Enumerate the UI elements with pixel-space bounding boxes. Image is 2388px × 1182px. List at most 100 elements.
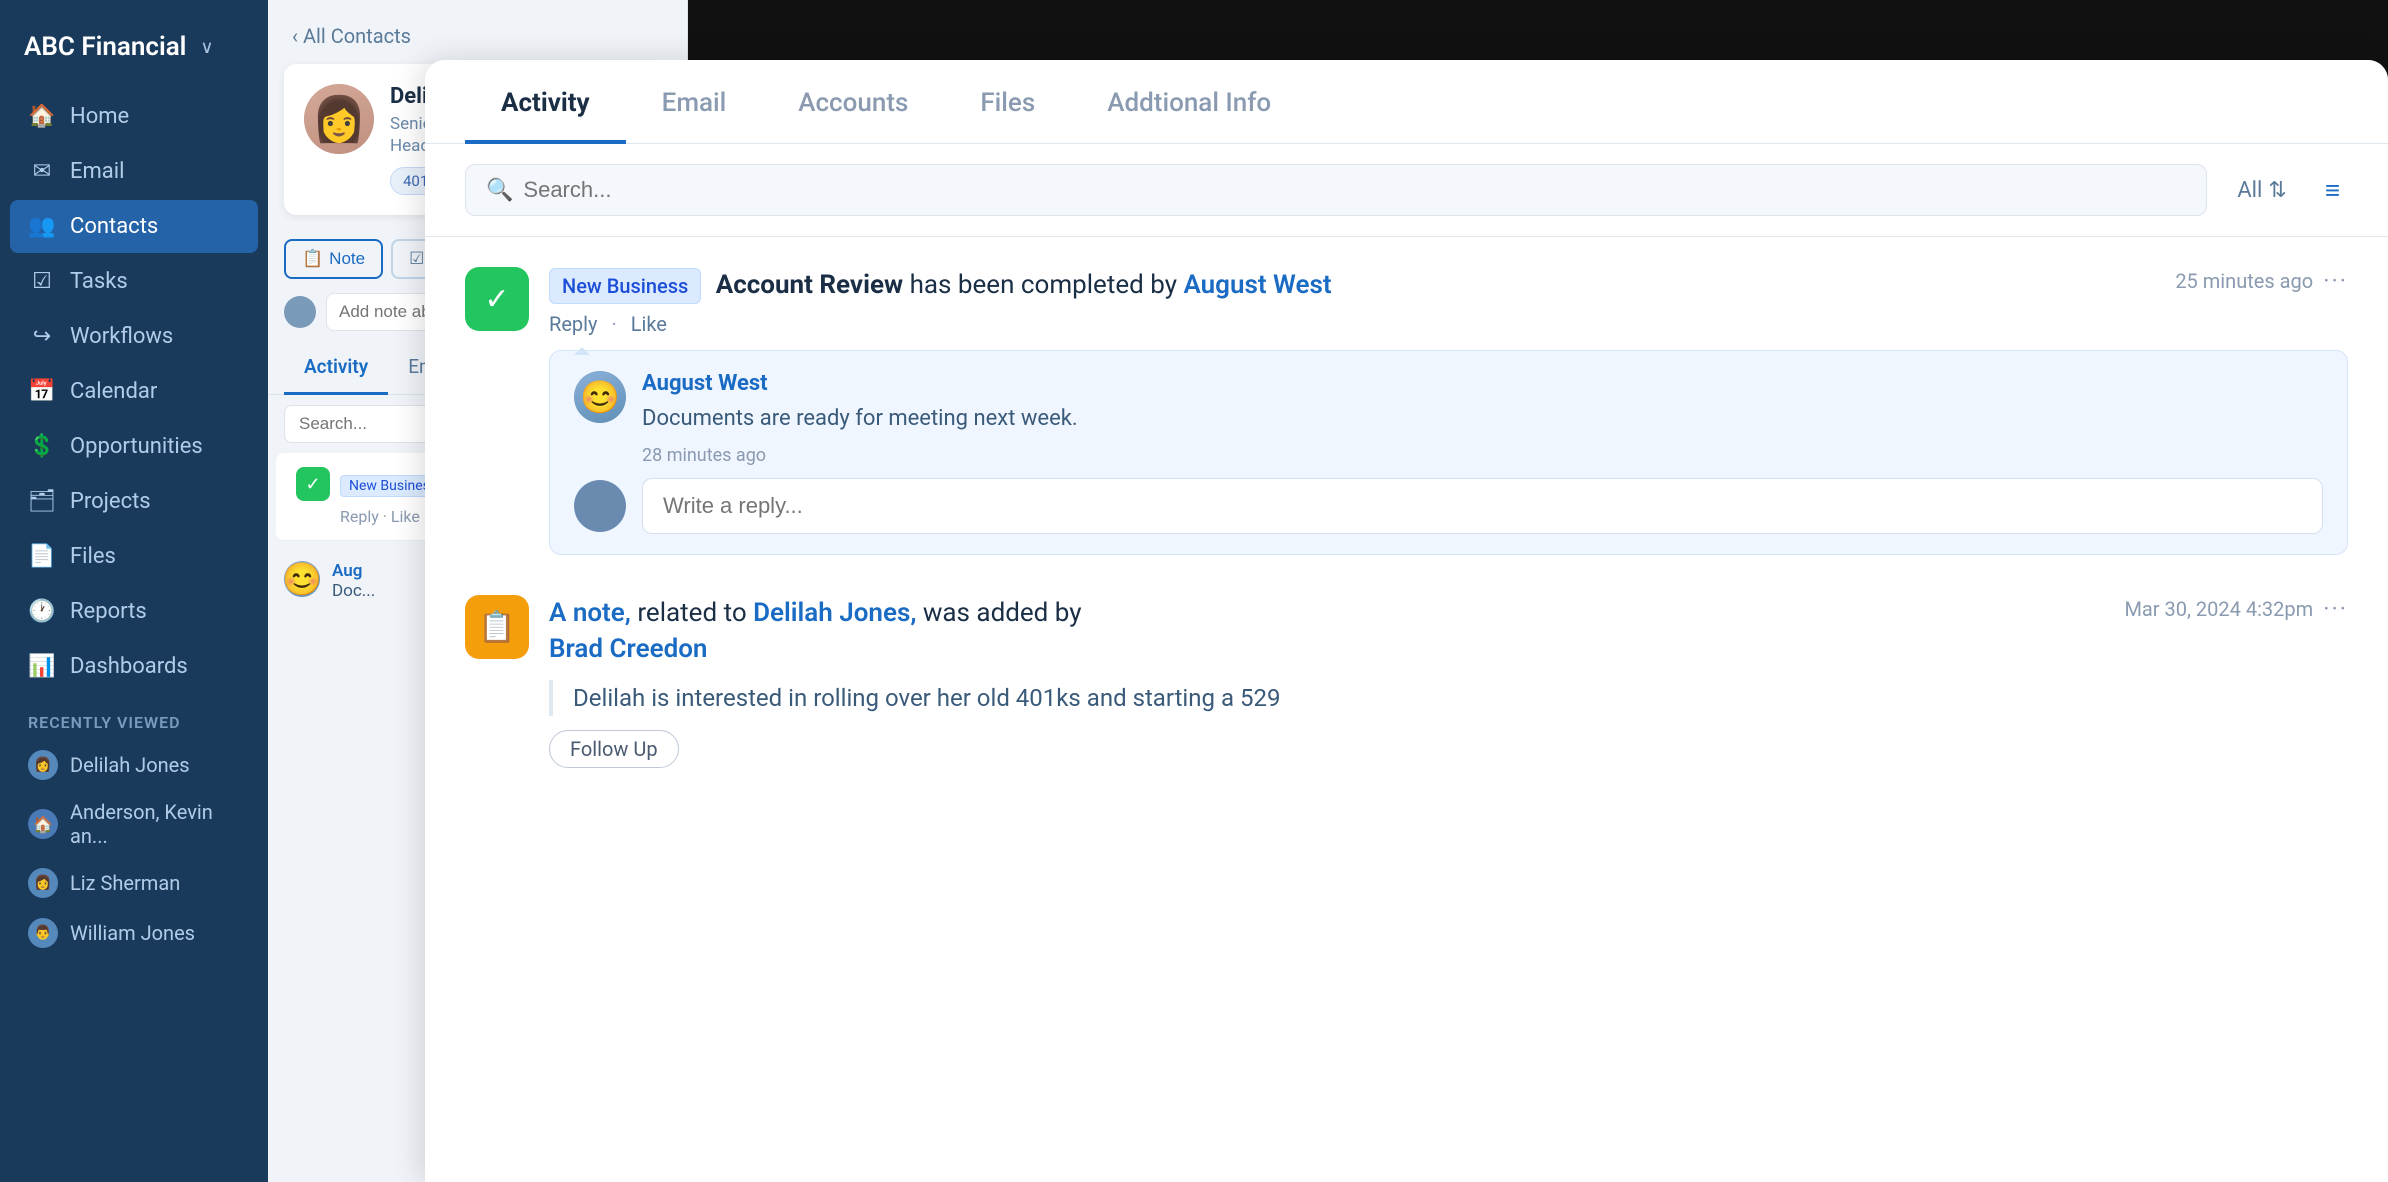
- activity-timestamp-2: Mar 30, 2024 4:32pm ···: [2124, 595, 2348, 623]
- note-tab-button[interactable]: 📋 Note: [284, 239, 383, 279]
- write-reply-input[interactable]: [642, 478, 2323, 534]
- rv-avatar-delilah: 👩: [28, 750, 58, 780]
- brad-creedon-link[interactable]: Brad Creedon: [549, 634, 707, 664]
- projects-icon: 🗂: [28, 489, 56, 514]
- reply-time-1: 28 minutes ago: [642, 445, 2323, 466]
- sidebar-item-label: Opportunities: [70, 434, 203, 459]
- sidebar-item-label: Home: [70, 104, 129, 129]
- filter-all-button[interactable]: All ⇅: [2223, 170, 2301, 211]
- activity-header-1: New Business Account Review has been com…: [549, 267, 2348, 304]
- sidebar-item-label: Calendar: [70, 379, 157, 404]
- mini-aug-text: Aug Doc...: [332, 561, 375, 601]
- rv-item-liz[interactable]: 👩 Liz Sherman: [10, 858, 258, 908]
- sidebar-item-label: Files: [70, 544, 116, 569]
- sidebar-item-projects[interactable]: 🗂 Projects: [10, 475, 258, 528]
- activity-icon-note: 📋: [465, 595, 529, 659]
- sidebar-item-calendar[interactable]: 📅 Calendar: [10, 365, 258, 418]
- like-button-1[interactable]: Like: [631, 312, 667, 336]
- tab-activity[interactable]: Activity: [465, 60, 626, 144]
- dashboards-icon: 📊: [28, 654, 56, 679]
- activity-actions-1: Reply · Like: [549, 312, 2348, 336]
- calendar-icon: 📅: [28, 379, 56, 404]
- sidebar-item-tasks[interactable]: ☑ Tasks: [10, 255, 258, 308]
- checkmark-icon: ✓: [484, 282, 509, 317]
- activity-title-1: New Business Account Review has been com…: [549, 267, 1332, 304]
- all-contacts-back[interactable]: All Contacts: [268, 0, 687, 64]
- sidebar-item-label: Workflows: [70, 324, 173, 349]
- sidebar-item-opportunities[interactable]: 💲 Opportunities: [10, 420, 258, 473]
- note-user-avatar: [284, 296, 316, 328]
- rv-item-anderson[interactable]: 🏠 Anderson, Kevin an...: [10, 790, 258, 858]
- reply-author-name[interactable]: August West: [642, 371, 2323, 396]
- tab-accounts[interactable]: Accounts: [762, 60, 944, 144]
- reply-text-1: Documents are ready for meeting next wee…: [642, 402, 2323, 435]
- account-review-text: Account Review: [716, 270, 903, 300]
- filter-sort-icon: ⇅: [2268, 178, 2286, 203]
- related-to-text: related to: [637, 598, 753, 628]
- note-label: Note: [329, 249, 365, 269]
- sidebar-item-reports[interactable]: 🕐 Reports: [10, 585, 258, 638]
- sidebar-item-workflows[interactable]: ↪ Workflows: [10, 310, 258, 363]
- main-search-input[interactable]: [523, 177, 2186, 203]
- new-business-badge: New Business: [549, 268, 701, 304]
- reply-card-1: 😊 August West Documents are ready for me…: [549, 350, 2348, 555]
- rv-avatar-anderson: 🏠: [28, 809, 58, 839]
- tasks-icon: ☑: [28, 269, 56, 294]
- green-check-mini: ✓: [296, 467, 330, 501]
- reply-button-1[interactable]: Reply: [549, 312, 598, 336]
- rv-item-william[interactable]: 👨 William Jones: [10, 908, 258, 958]
- tab-files[interactable]: Files: [944, 60, 1071, 144]
- rv-avatar-william: 👨: [28, 918, 58, 948]
- activity-header-2: A note, related to Delilah Jones, was ad…: [549, 595, 2348, 668]
- reply-body-1: August West Documents are ready for meet…: [642, 371, 2323, 466]
- follow-up-badge[interactable]: Follow Up: [549, 730, 679, 768]
- recently-viewed-label: RECENTLY VIEWED: [10, 695, 258, 740]
- activity-feed: ✓ New Business Account Review has been c…: [425, 237, 2388, 1182]
- rv-label: William Jones: [70, 921, 195, 945]
- activity-entry-1: ✓ New Business Account Review has been c…: [465, 267, 2348, 555]
- mini-aug-avatar: 😊: [284, 561, 320, 597]
- delilah-link[interactable]: Delilah Jones,: [753, 598, 916, 628]
- sidebar-item-label: Contacts: [70, 214, 158, 239]
- more-options-button-2[interactable]: ···: [2323, 595, 2348, 623]
- delilah-face: 👩: [304, 84, 374, 154]
- sidebar-brand[interactable]: ABC Financial ∨: [0, 0, 268, 90]
- activity-content-2: A note, related to Delilah Jones, was ad…: [549, 595, 2348, 768]
- sidebar-item-label: Projects: [70, 489, 151, 514]
- august-west-link[interactable]: August West: [1183, 270, 1331, 300]
- brand-name: ABC Financial: [24, 32, 186, 62]
- sidebar-item-home[interactable]: 🏠 Home: [10, 90, 258, 143]
- write-reply-row: [574, 478, 2323, 534]
- email-icon: ✉: [28, 159, 56, 184]
- rv-item-delilah[interactable]: 👩 Delilah Jones: [10, 740, 258, 790]
- sidebar-nav: 🏠 Home ✉ Email 👥 Contacts ☑ Tasks ↪ Work…: [0, 90, 268, 1182]
- task-icon: ☑: [409, 249, 424, 269]
- contact-tab-activity[interactable]: Activity: [284, 341, 388, 395]
- search-icon: 🔍: [486, 178, 513, 203]
- main-tabs: Activity Email Accounts Files Addtional …: [425, 60, 2388, 144]
- note-link[interactable]: A note,: [549, 598, 631, 628]
- activity-timestamp-1: 25 minutes ago ···: [2175, 267, 2348, 295]
- filter-lines-button[interactable]: ≡: [2317, 167, 2348, 214]
- tab-email[interactable]: Email: [626, 60, 763, 144]
- more-options-button-1[interactable]: ···: [2323, 267, 2348, 295]
- sidebar-item-email[interactable]: ✉ Email: [10, 145, 258, 198]
- current-user-avatar: [574, 480, 626, 532]
- sidebar-item-label: Reports: [70, 599, 147, 624]
- sidebar-item-contacts[interactable]: 👥 Contacts: [10, 200, 258, 253]
- sidebar-item-label: Tasks: [70, 269, 128, 294]
- contacts-icon: 👥: [28, 214, 56, 239]
- sidebar-item-dashboards[interactable]: 📊 Dashboards: [10, 640, 258, 693]
- timestamp-text-2: Mar 30, 2024 4:32pm: [2124, 597, 2313, 621]
- sidebar-item-files[interactable]: 📄 Files: [10, 530, 258, 583]
- timestamp-text-1: 25 minutes ago: [2175, 269, 2313, 293]
- reply-avatar-aug: 😊: [574, 371, 626, 423]
- filter-lines-icon: ≡: [2325, 176, 2340, 206]
- note-icon: 📋: [302, 249, 323, 269]
- home-icon: 🏠: [28, 104, 56, 129]
- note-icon-main: 📋: [478, 610, 515, 645]
- reply-inner-1: 😊 August West Documents are ready for me…: [574, 371, 2323, 466]
- tab-additional-info[interactable]: Addtional Info: [1071, 60, 1307, 144]
- workflows-icon: ↪: [28, 324, 56, 349]
- was-added-by-text: was added by: [923, 598, 1082, 628]
